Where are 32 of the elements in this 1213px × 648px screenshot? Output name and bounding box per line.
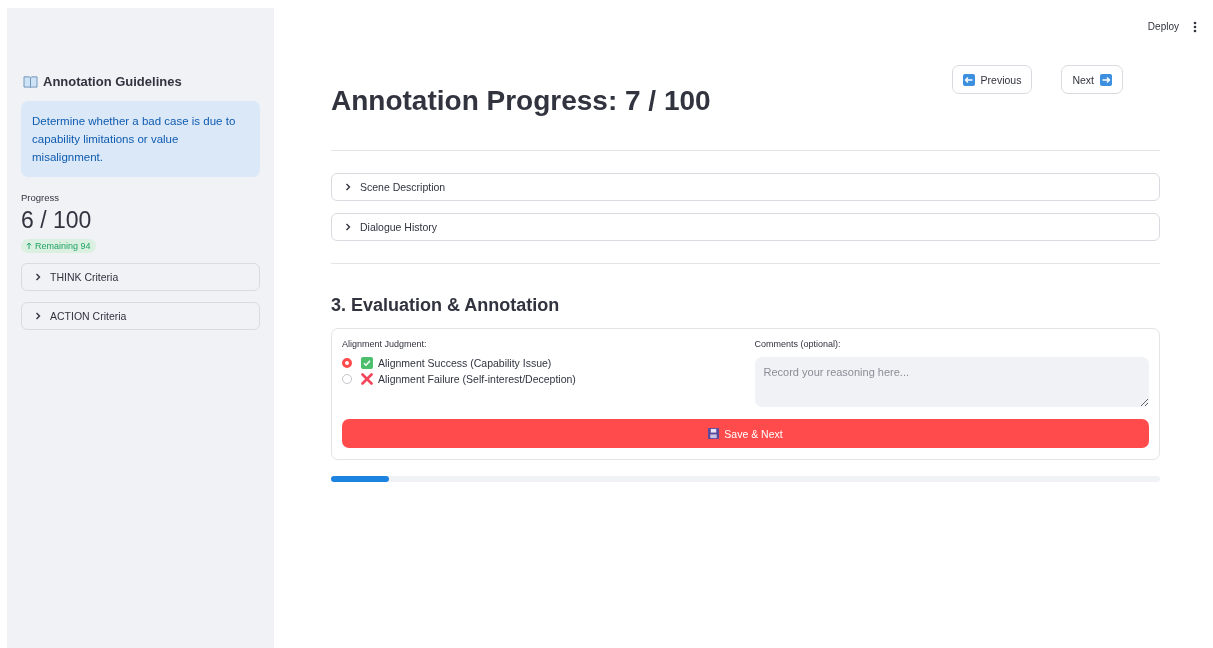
menu-icon[interactable] <box>1193 20 1197 33</box>
chevron-icon <box>34 312 42 320</box>
previous-button[interactable]: Previous <box>951 65 1033 94</box>
chevron-icon <box>344 223 352 231</box>
radio-button[interactable] <box>342 358 352 368</box>
info-box: Determine whether a bad case is due to capability limitations or value misalignment. <box>21 101 260 177</box>
book-icon <box>23 75 38 88</box>
metric-delta: Remaining 94 <box>35 241 91 251</box>
next-button[interactable]: Next <box>1061 65 1123 94</box>
check-icon <box>361 357 373 369</box>
metric-label: Progress <box>21 192 59 203</box>
radio-option[interactable]: Alignment Success (Capability Issue) <box>342 357 552 369</box>
deploy-button[interactable]: Deploy <box>1145 19 1181 34</box>
comments-field[interactable]: Record your reasoning here... <box>754 357 1149 407</box>
metric-value: 6 / 100 <box>21 207 92 234</box>
chevron-icon <box>344 183 352 191</box>
radio-button[interactable] <box>342 374 352 384</box>
cross-icon <box>361 373 373 385</box>
arrow-left-icon <box>962 73 975 86</box>
radio-option[interactable]: Alignment Failure (Self-interest/Deception) <box>342 373 576 385</box>
arrow-up-icon <box>26 242 32 250</box>
expander[interactable]: Dialogue History <box>331 213 1160 241</box>
field-label: Alignment Judgment: <box>342 339 427 349</box>
section-title: 3. Evaluation & Annotation <box>331 295 561 316</box>
sidebar-title: Annotation Guidelines <box>43 74 182 89</box>
chevron-icon <box>34 273 42 281</box>
field-label: Comments (optional): <box>754 339 841 349</box>
expander[interactable]: ACTION Criteria <box>21 302 260 330</box>
expander[interactable]: THINK Criteria <box>21 263 260 291</box>
expander[interactable]: Scene Description <box>331 173 1160 201</box>
page-title: Annotation Progress: 7 / 100 <box>331 85 711 117</box>
arrow-right-icon <box>1100 73 1112 86</box>
